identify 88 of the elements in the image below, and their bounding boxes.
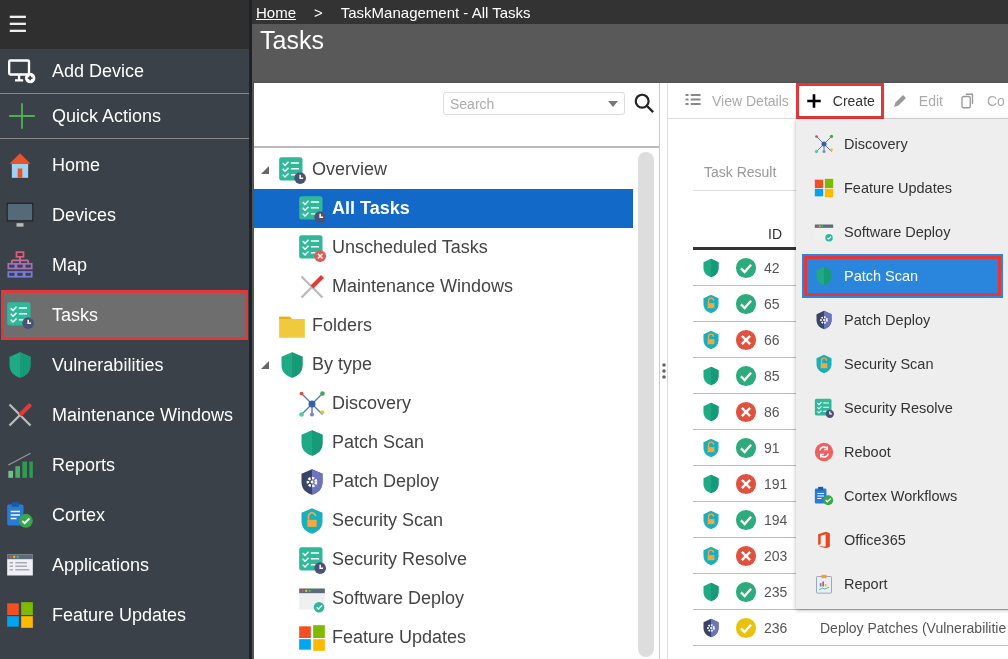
sidebar-item[interactable]: Maintenance Windows bbox=[2, 391, 247, 439]
search-field[interactable]: Search bbox=[443, 92, 625, 115]
tree-item[interactable]: Unscheduled Tasks bbox=[254, 228, 633, 267]
menu-item[interactable]: Report bbox=[802, 562, 1003, 606]
sidebar-item[interactable]: Devices bbox=[2, 191, 247, 239]
shield-lock-icon bbox=[814, 354, 834, 374]
sidebar-item[interactable]: Vulnerabilities bbox=[2, 341, 247, 389]
app-window-check-icon bbox=[814, 222, 834, 242]
network-node-icon bbox=[298, 389, 326, 418]
sidebar-action[interactable]: Quick Actions bbox=[0, 94, 249, 139]
checklist-clock-icon bbox=[6, 301, 34, 329]
bar-chart-icon bbox=[6, 451, 34, 479]
menu-button[interactable]: ☰ bbox=[8, 11, 28, 38]
toolbar-button[interactable]: Create bbox=[798, 85, 881, 116]
reboot-icon bbox=[814, 442, 834, 462]
sidebar-item[interactable]: Applications bbox=[2, 541, 247, 589]
checklist-clock-icon bbox=[278, 155, 306, 184]
menu-item[interactable]: Security Resolve bbox=[802, 386, 1003, 430]
table-cell-text: 86 bbox=[764, 403, 781, 420]
plus-icon bbox=[804, 91, 823, 110]
clipboard-check-icon bbox=[814, 486, 834, 506]
menu-item[interactable]: Cortex Workflows bbox=[802, 474, 1003, 518]
tree-item[interactable]: Patch Scan bbox=[254, 423, 633, 462]
table-cell-text: 194 bbox=[764, 511, 789, 528]
sidebar-action[interactable]: Add Device bbox=[0, 49, 249, 94]
table-cell: Deploy Patches (Vulnerabilitie bbox=[820, 619, 1007, 636]
shield-icon bbox=[814, 266, 834, 286]
sidebar-item[interactable]: Reports bbox=[2, 441, 247, 489]
collapse-arrow-icon[interactable] bbox=[260, 359, 270, 370]
table-cell-text: 203 bbox=[764, 547, 789, 564]
menu-item[interactable]: Office365 bbox=[802, 518, 1003, 562]
breadcrumb-link[interactable]: Home bbox=[256, 3, 296, 21]
menu-item[interactable]: Patch Deploy bbox=[802, 298, 1003, 342]
table-cell-text: 235 bbox=[764, 583, 789, 600]
network-node-icon bbox=[814, 134, 834, 154]
menu-item[interactable]: Patch Scan bbox=[802, 254, 1003, 298]
menu-item[interactable]: Security Scan bbox=[802, 342, 1003, 386]
menu-item[interactable]: Reboot bbox=[802, 430, 1003, 474]
tree-item[interactable]: Overview bbox=[254, 150, 633, 189]
page-title: Tasks bbox=[260, 26, 324, 54]
tree-item[interactable]: All Tasks bbox=[254, 189, 633, 228]
table-cell-text: 236 bbox=[764, 619, 789, 636]
table-cell-text: 65 bbox=[764, 295, 781, 312]
tree-item[interactable]: Patch Deploy bbox=[254, 462, 633, 501]
checklist-error-icon bbox=[298, 233, 326, 262]
windows-tiles-icon bbox=[298, 623, 326, 652]
monitor-plus-icon bbox=[8, 57, 36, 85]
checklist-clock-icon bbox=[298, 194, 326, 223]
breadcrumb-separator: > bbox=[314, 3, 323, 21]
tree-item[interactable]: Folders bbox=[254, 306, 633, 345]
sidebar-item[interactable]: Home bbox=[2, 141, 247, 189]
table-cell-text: 42 bbox=[764, 259, 781, 276]
windows-tiles-icon bbox=[6, 601, 34, 629]
dropdown-caret-icon[interactable] bbox=[607, 100, 619, 108]
tree-item[interactable]: Feature Updates bbox=[254, 618, 633, 657]
menu-item[interactable]: Discovery bbox=[802, 122, 1003, 166]
wrench-screwdriver-icon bbox=[6, 401, 34, 429]
splitter-handle-icon[interactable] bbox=[661, 362, 666, 380]
plus-icon bbox=[8, 102, 36, 130]
checklist-clock-icon bbox=[298, 545, 326, 574]
tree-item[interactable]: Discovery bbox=[254, 384, 633, 423]
tree-item[interactable]: Software Deploy bbox=[254, 579, 633, 618]
tree-item[interactable]: Security Resolve bbox=[254, 540, 633, 579]
sidebar-item[interactable]: Map bbox=[2, 241, 247, 289]
report-icon bbox=[814, 574, 834, 594]
sidebar-item[interactable]: Feature Updates bbox=[2, 591, 247, 639]
search-icon[interactable] bbox=[633, 92, 655, 114]
menu-item[interactable]: Software Deploy bbox=[802, 210, 1003, 254]
clipboard-check-icon bbox=[6, 501, 34, 529]
monitor-icon bbox=[6, 201, 34, 229]
tree-item[interactable]: Security Scan bbox=[254, 501, 633, 540]
sidebar-item[interactable]: Cortex bbox=[2, 491, 247, 539]
sidebar-item[interactable]: Tasks bbox=[2, 291, 247, 339]
table-cell-text: 85 bbox=[764, 367, 781, 384]
checklist-clock-icon bbox=[814, 398, 834, 418]
scrollbar[interactable] bbox=[638, 152, 654, 657]
tree-item[interactable]: By type bbox=[254, 345, 633, 384]
tree-item[interactable]: Maintenance Windows bbox=[254, 267, 633, 306]
wrench-screwdriver-icon bbox=[298, 272, 326, 301]
table-cell-text: 91 bbox=[764, 439, 781, 456]
breadcrumb-current: TaskManagement - All Tasks bbox=[340, 3, 531, 21]
collapse-arrow-icon[interactable] bbox=[260, 164, 270, 175]
table-cell-text: 191 bbox=[764, 475, 789, 492]
shield-gear-icon bbox=[814, 310, 834, 330]
menu-item[interactable]: Feature Updates bbox=[802, 166, 1003, 210]
hierarchy-icon bbox=[6, 251, 34, 279]
table-cell-text: 66 bbox=[764, 331, 781, 348]
windows-tiles-icon bbox=[814, 178, 834, 198]
